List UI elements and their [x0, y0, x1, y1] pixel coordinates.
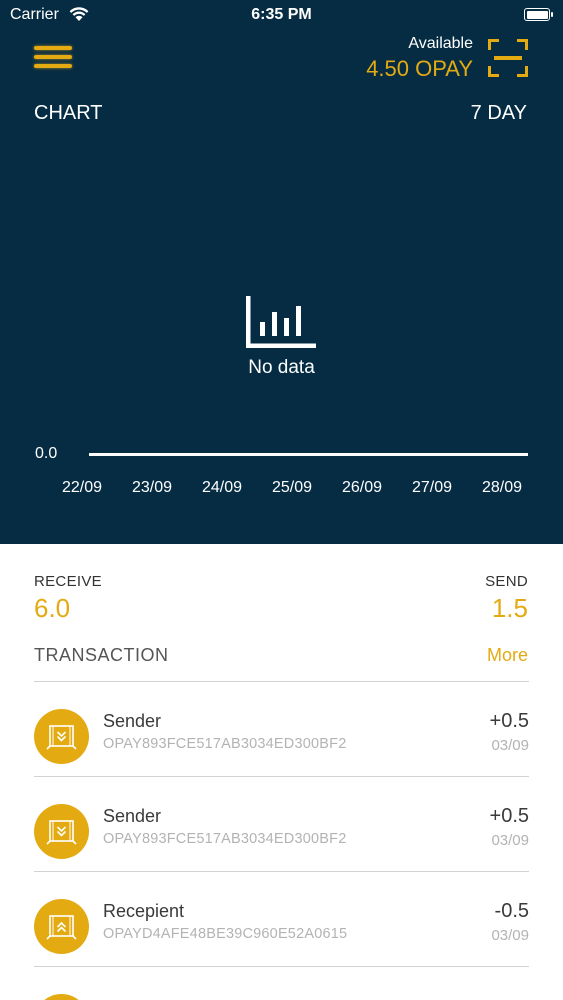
send-value: 1.5 [491, 593, 528, 623]
transaction-name: Recepient [103, 901, 185, 921]
transaction-row[interactable]: Recepient OPAYD4AFE48BE39C960E52A0615 -0.5… [34, 872, 529, 967]
status-bar: Carrier 6:35 PM [0, 0, 563, 30]
bar-chart-icon [246, 296, 316, 348]
menu-bar-icon [34, 55, 72, 59]
receive-icon [34, 709, 89, 764]
send-label: SEND [485, 573, 528, 590]
chart-title: CHART [34, 102, 103, 124]
transaction-amount: -0.5 [494, 900, 529, 922]
chart-panel: Carrier 6:35 PM Available 4.50 OPAY CHAR… [0, 0, 563, 544]
menu-button[interactable] [34, 44, 72, 70]
receive-value: 6.0 [34, 593, 71, 623]
transaction-date: 03/09 [491, 832, 529, 849]
x-axis-tick: 23/09 [131, 479, 173, 496]
no-data-message: No data [248, 357, 315, 378]
chart-baseline [89, 453, 528, 456]
transaction-amount: +0.5 [489, 710, 529, 732]
receive-label: RECEIVE [34, 573, 102, 590]
transaction-name: Sender [103, 711, 162, 731]
status-time: 6:35 PM [251, 6, 312, 23]
transaction-name: Sender [103, 806, 162, 826]
divider [34, 966, 529, 967]
y-axis-tick: 0.0 [35, 445, 58, 462]
transaction-address: OPAY893FCE517AB3034ED300BF2 [103, 736, 347, 752]
transaction-amount: +0.5 [489, 805, 529, 827]
x-axis-tick: 28/09 [481, 479, 523, 496]
transaction-date: 03/09 [491, 737, 529, 754]
x-axis: 22/09 23/09 24/09 25/09 26/09 27/09 28/09 [0, 479, 563, 501]
x-axis-tick: 22/09 [61, 479, 103, 496]
x-axis-tick: 27/09 [411, 479, 453, 496]
transaction-row[interactable]: Sender OPAY893FCE517AB3034ED300BF2 +0.5 03/… [34, 777, 529, 872]
transaction-title: TRANSACTION [34, 645, 169, 665]
available-label: Available [408, 35, 473, 52]
available-balance: 4.50 OPAY [366, 56, 473, 81]
transaction-date: 03/09 [491, 927, 529, 944]
transaction-address: OPAY893FCE517AB3034ED300BF2 [103, 831, 347, 847]
more-link[interactable]: More [487, 645, 528, 666]
scan-qr-icon[interactable] [488, 39, 528, 77]
x-axis-tick: 26/09 [341, 479, 383, 496]
transaction-icon [34, 994, 89, 1000]
transaction-row[interactable]: Sender OPAY893FCE517AB3034ED300BF2 +0.5 03/… [34, 682, 529, 777]
x-axis-tick: 25/09 [271, 479, 313, 496]
x-axis-tick: 24/09 [201, 479, 243, 496]
battery-icon [524, 8, 553, 21]
menu-bar-icon [34, 64, 72, 68]
send-icon [34, 899, 89, 954]
chart-range-selector[interactable]: 7 DAY [471, 102, 527, 125]
transaction-address: OPAYD4AFE48BE39C960E52A0615 [103, 926, 348, 942]
receive-icon [34, 804, 89, 859]
menu-bar-icon [34, 46, 72, 50]
